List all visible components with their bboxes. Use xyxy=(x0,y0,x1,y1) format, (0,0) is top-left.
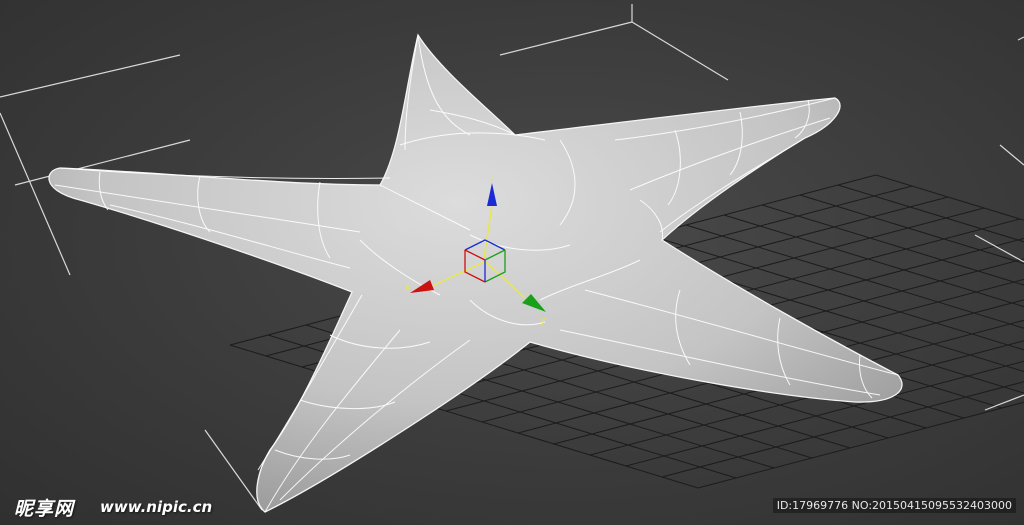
z-axis-label: z xyxy=(490,173,495,183)
watermark-id: ID:17969776 NO:20150415095532403000 xyxy=(772,498,1016,513)
y-axis-label: y xyxy=(540,316,546,326)
3d-viewport[interactable]: z x y 昵享网 www.nipic.cn ID:17969776 NO:20… xyxy=(0,0,1024,525)
watermark-url: www.nipic.cn xyxy=(100,498,213,516)
viewport-scene[interactable]: z x y xyxy=(0,0,1024,525)
x-axis-label: x xyxy=(405,283,411,293)
watermark-logo: 昵享网 xyxy=(14,498,75,520)
